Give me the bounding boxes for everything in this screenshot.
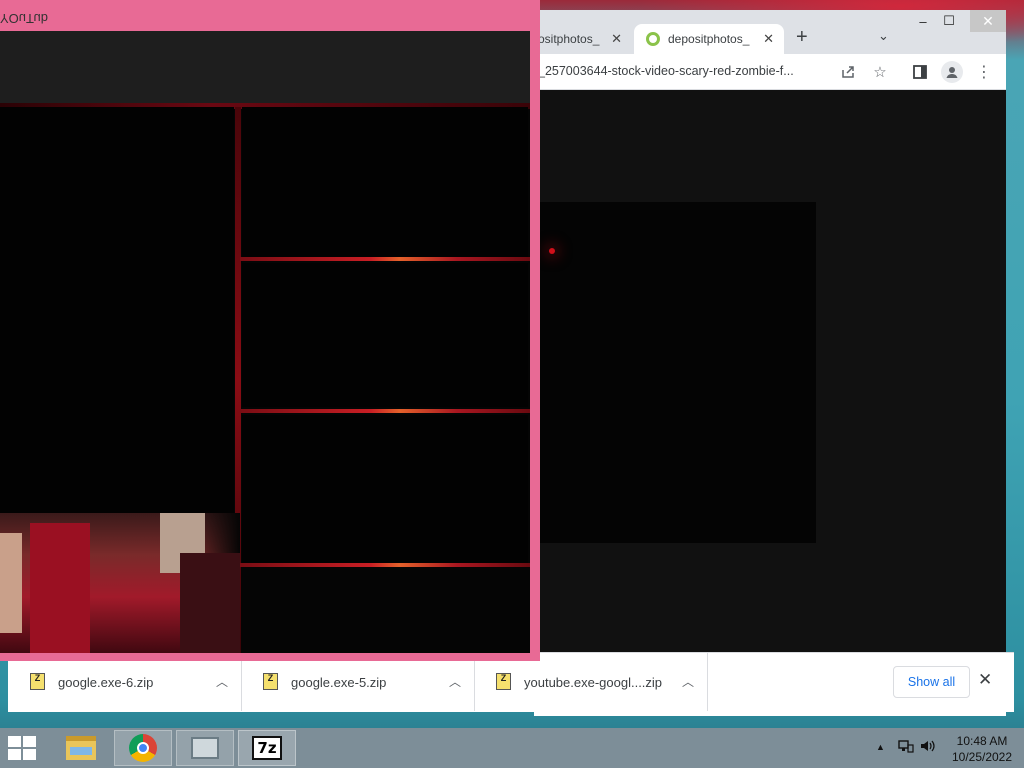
- red-glow-dot: [549, 248, 555, 254]
- dark-panel: [242, 415, 528, 563]
- tab-title: depositphotos_: [668, 32, 750, 46]
- page-viewport: [534, 90, 1006, 652]
- kebab-menu-icon[interactable]: ⋮: [974, 62, 994, 82]
- tab-close-icon[interactable]: ✕: [611, 31, 622, 47]
- blurred-image-area: [0, 513, 240, 653]
- tab-search-chevron-icon[interactable]: ⌄: [878, 28, 889, 44]
- profile-avatar-icon[interactable]: [941, 61, 963, 83]
- bookmark-star-icon[interactable]: ☆: [870, 62, 890, 82]
- 7zip-icon: 7z: [252, 736, 282, 760]
- maximize-button[interactable]: ☐: [934, 10, 964, 32]
- popup-header-bar: [0, 31, 530, 103]
- volume-icon[interactable]: [920, 739, 936, 756]
- tab-strip: ositphotos_ ✕ depositphotos_ ✕ + ⌄ – ☐ ✕: [534, 10, 1006, 54]
- red-glow-line: [240, 409, 530, 413]
- chevron-up-icon[interactable]: ︿: [449, 673, 461, 690]
- close-downloads-shelf-icon[interactable]: ✕: [978, 670, 992, 690]
- zip-file-icon: Z: [30, 673, 45, 690]
- new-tab-button[interactable]: +: [796, 26, 808, 49]
- download-item[interactable]: Z google.exe-6.zip ︿: [8, 653, 242, 711]
- share-icon[interactable]: [838, 62, 858, 82]
- download-filename: google.exe-5.zip: [291, 675, 387, 690]
- download-filename: youtube.exe-googl....zip: [524, 675, 663, 690]
- taskbar-chrome[interactable]: [114, 730, 172, 766]
- dark-panel-large: [0, 107, 234, 513]
- monitor-icon: [191, 737, 219, 759]
- dark-panel: [242, 263, 528, 407]
- downloads-shelf: Z google.exe-6.zip ︿ Z google.exe-5.zip …: [8, 652, 1014, 712]
- tab-depositphotos-1[interactable]: ositphotos_ ✕: [534, 24, 632, 54]
- tab-depositphotos-2[interactable]: depositphotos_ ✕: [634, 24, 784, 54]
- close-window-button[interactable]: ✕: [970, 10, 1006, 32]
- clock-date: 10/25/2022: [951, 750, 1013, 764]
- tab-close-icon[interactable]: ✕: [763, 31, 774, 47]
- address-bar[interactable]: _257003644-stock-video-scary-red-zombie-…: [538, 64, 828, 78]
- chrome-toolbar: _257003644-stock-video-scary-red-zombie-…: [534, 54, 1006, 90]
- youtube-popup-window: YOuTub: [0, 0, 540, 661]
- download-item[interactable]: Z youtube.exe-googl....zip ︿: [474, 653, 708, 711]
- windows-logo-pane: [23, 749, 36, 760]
- side-panel-icon[interactable]: [910, 62, 930, 82]
- windows-logo-pane: [8, 749, 21, 760]
- window-title: YOuTub: [0, 11, 48, 26]
- blur-block: [180, 553, 240, 653]
- folder-icon: [66, 736, 96, 760]
- system-clock[interactable]: 10:48 AM 10/25/2022: [948, 733, 1016, 765]
- red-glow-line: [240, 563, 530, 567]
- video-player[interactable]: [534, 202, 816, 543]
- tray-chevron-up-icon[interactable]: ▲: [876, 742, 885, 752]
- blur-block: [30, 523, 90, 653]
- network-icon[interactable]: [898, 740, 914, 757]
- depositphotos-favicon-icon: [646, 32, 660, 46]
- chevron-up-icon[interactable]: ︿: [216, 673, 228, 690]
- taskbar-resource-monitor[interactable]: [176, 730, 234, 766]
- dark-panel: [242, 107, 528, 257]
- windows-logo-pane: [23, 736, 36, 747]
- download-item[interactable]: Z google.exe-5.zip ︿: [241, 653, 475, 711]
- taskbar-7zip[interactable]: 7z: [238, 730, 296, 766]
- taskbar-file-explorer[interactable]: [52, 730, 110, 766]
- show-all-downloads-button[interactable]: Show all: [893, 666, 970, 698]
- blur-block: [0, 533, 22, 633]
- tab-title: ositphotos_: [538, 32, 600, 46]
- start-button[interactable]: [8, 736, 38, 762]
- download-filename: google.exe-6.zip: [58, 675, 154, 690]
- chrome-icon: [129, 734, 157, 762]
- zip-file-icon: Z: [496, 673, 511, 690]
- popup-content: [0, 31, 530, 653]
- red-glow-line: [240, 257, 530, 261]
- taskbar: 7z ▲ 10:48 AM 10/25/2022: [0, 728, 1024, 768]
- clock-time: 10:48 AM: [956, 734, 1008, 748]
- windows-logo-pane: [8, 736, 21, 747]
- zip-file-icon: Z: [263, 673, 278, 690]
- chevron-up-icon[interactable]: ︿: [682, 673, 694, 690]
- chrome-window: ositphotos_ ✕ depositphotos_ ✕ + ⌄ – ☐ ✕…: [534, 10, 1006, 716]
